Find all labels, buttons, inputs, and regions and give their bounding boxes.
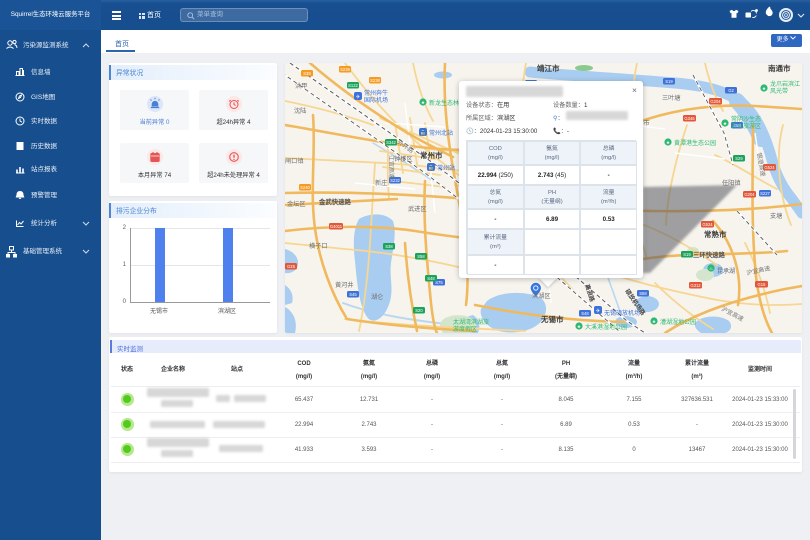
svg-text:黄潭港生态公园: 黄潭港生态公园	[674, 139, 716, 147]
svg-text:大溪港湿地公园: 大溪港湿地公园	[585, 323, 627, 331]
svg-text:靖江市: 靖江市	[537, 63, 560, 73]
svg-text:G15: G15	[758, 282, 767, 287]
svg-text:✈: ✈	[356, 94, 361, 101]
svg-text:滨湖区: 滨湖区	[532, 292, 551, 300]
svg-text:常州市: 常州市	[420, 150, 443, 160]
svg-text:昆承湖: 昆承湖	[717, 267, 735, 275]
svg-text:湖仑: 湖仑	[371, 293, 383, 301]
svg-text:S45: S45	[349, 292, 357, 297]
svg-text:✈: ✈	[596, 308, 601, 315]
svg-text:S48: S48	[427, 276, 435, 281]
svg-text:常熟市: 常熟市	[704, 229, 727, 239]
svg-text:无锡市: 无锡市	[540, 314, 564, 324]
svg-text:太湖湾滨湖旅: 太湖湾滨湖旅	[453, 318, 489, 326]
svg-text:金武快速路: 金武快速路	[318, 197, 352, 206]
svg-text:S342: S342	[386, 140, 396, 145]
svg-text:S58: S58	[417, 254, 425, 259]
svg-text:G25: G25	[287, 264, 296, 269]
svg-text:G4011: G4011	[330, 224, 343, 229]
svg-text:S20: S20	[415, 308, 423, 313]
svg-text:♣: ♣	[667, 140, 670, 145]
svg-text:S239: S239	[340, 67, 350, 72]
svg-text:S19: S19	[665, 79, 673, 84]
svg-text:龙爪岩滨江: 龙爪岩滨江	[770, 80, 800, 88]
svg-text:S38: S38	[385, 244, 393, 249]
svg-text:常州奔牛: 常州奔牛	[364, 89, 388, 97]
svg-text:游度假区: 游度假区	[453, 325, 477, 333]
svg-text:S240: S240	[300, 185, 310, 190]
svg-text:支塘: 支塘	[770, 212, 782, 220]
svg-text:南通市: 南通市	[768, 63, 791, 73]
svg-text:S29: S29	[735, 156, 743, 161]
svg-text:S122: S122	[348, 83, 358, 88]
svg-text:🚆: 🚆	[428, 165, 435, 172]
svg-text:G2: G2	[728, 88, 734, 93]
svg-text:♣: ♣	[422, 100, 425, 105]
svg-text:钟楼区: 钟楼区	[394, 155, 413, 163]
svg-text:S48: S48	[581, 311, 589, 316]
svg-text:S238: S238	[370, 78, 380, 83]
svg-text:武进区: 武进区	[408, 205, 427, 213]
svg-text:G204: G204	[744, 192, 755, 197]
svg-text:闸口镇: 闸口镇	[285, 157, 304, 165]
svg-text:♣: ♣	[763, 86, 766, 91]
svg-text:G204: G204	[710, 99, 721, 104]
svg-text:♣: ♣	[724, 121, 727, 126]
svg-text:♨: ♨	[709, 266, 713, 271]
svg-text:S227: S227	[760, 191, 770, 196]
svg-text:G524: G524	[702, 222, 713, 227]
svg-text:洪甲: 洪甲	[295, 82, 307, 90]
svg-text:农业旅游区: 农业旅游区	[731, 122, 761, 130]
svg-text:常州站: 常州站	[437, 164, 455, 172]
svg-text:漕湖湿地公园: 漕湖湿地公园	[660, 318, 696, 326]
svg-text:G524: G524	[764, 165, 775, 170]
svg-text:常州北站: 常州北站	[429, 129, 453, 137]
svg-text:横子口: 横子口	[309, 242, 328, 250]
svg-text:S58: S58	[639, 291, 647, 296]
svg-text:无锡硕放机场: 无锡硕放机场	[604, 309, 640, 317]
svg-text:金坛区: 金坛区	[287, 200, 306, 208]
svg-text:三环快速路: 三环快速路	[693, 250, 726, 259]
svg-text:常阴沙生态: 常阴沙生态	[731, 115, 761, 123]
svg-text:国际机场: 国际机场	[364, 96, 388, 104]
svg-text:新庄: 新庄	[375, 179, 387, 187]
svg-text:🚆: 🚆	[420, 130, 427, 137]
svg-text:黄河井: 黄河井	[335, 281, 354, 289]
svg-text:新龙生态林: 新龙生态林	[429, 99, 459, 107]
svg-text:沈陆: 沈陆	[294, 107, 306, 115]
svg-text:♣: ♣	[578, 324, 581, 329]
svg-text:♣: ♣	[653, 319, 656, 324]
svg-text:S39: S39	[303, 71, 311, 76]
svg-text:S19: S19	[683, 252, 691, 257]
svg-text:三叶塘: 三叶塘	[662, 94, 681, 102]
svg-text:风光带: 风光带	[770, 87, 788, 95]
svg-text:G346: G346	[684, 116, 695, 121]
svg-text:G312: G312	[690, 283, 701, 288]
